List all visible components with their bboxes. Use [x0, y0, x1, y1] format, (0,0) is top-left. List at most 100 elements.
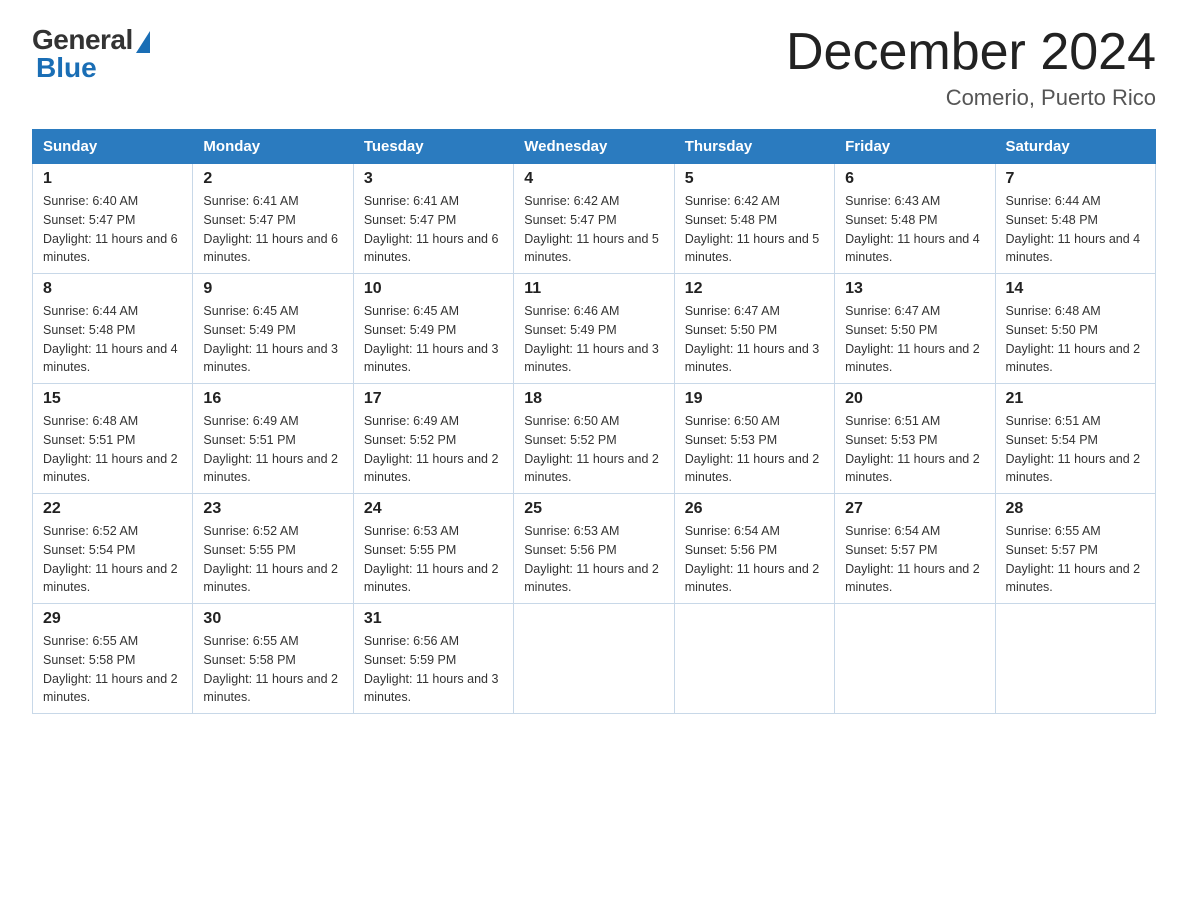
calendar-cell: 26 Sunrise: 6:54 AMSunset: 5:56 PMDayligh…: [674, 494, 834, 604]
day-number: 1: [43, 170, 182, 188]
day-info: Sunrise: 6:40 AMSunset: 5:47 PMDaylight:…: [43, 192, 182, 267]
logo: General Blue: [32, 24, 150, 84]
calendar-week-4: 22 Sunrise: 6:52 AMSunset: 5:54 PMDayligh…: [33, 494, 1156, 604]
day-info: Sunrise: 6:54 AMSunset: 5:56 PMDaylight:…: [685, 522, 824, 597]
calendar-cell: 2 Sunrise: 6:41 AMSunset: 5:47 PMDaylight…: [193, 164, 353, 274]
day-number: 17: [364, 390, 503, 408]
day-number: 9: [203, 280, 342, 298]
col-header-friday: Friday: [835, 130, 995, 164]
day-number: 23: [203, 500, 342, 518]
day-number: 4: [524, 170, 663, 188]
page-header: General Blue December 2024 Comerio, Puer…: [32, 24, 1156, 111]
logo-blue-text: Blue: [36, 52, 97, 84]
day-number: 24: [364, 500, 503, 518]
day-number: 14: [1006, 280, 1145, 298]
day-number: 8: [43, 280, 182, 298]
day-info: Sunrise: 6:55 AMSunset: 5:57 PMDaylight:…: [1006, 522, 1145, 597]
day-info: Sunrise: 6:41 AMSunset: 5:47 PMDaylight:…: [364, 192, 503, 267]
day-number: 22: [43, 500, 182, 518]
day-number: 19: [685, 390, 824, 408]
day-info: Sunrise: 6:49 AMSunset: 5:52 PMDaylight:…: [364, 412, 503, 487]
day-info: Sunrise: 6:42 AMSunset: 5:47 PMDaylight:…: [524, 192, 663, 267]
calendar-cell: 30 Sunrise: 6:55 AMSunset: 5:58 PMDayligh…: [193, 604, 353, 714]
calendar-cell: 25Sunrise: 6:53 AMSunset: 5:56 PMDayligh…: [514, 494, 674, 604]
calendar-cell: [514, 604, 674, 714]
calendar-cell: 20Sunrise: 6:51 AMSunset: 5:53 PMDayligh…: [835, 384, 995, 494]
col-header-saturday: Saturday: [995, 130, 1155, 164]
calendar-body: 1 Sunrise: 6:40 AMSunset: 5:47 PMDaylight…: [33, 164, 1156, 714]
day-info: Sunrise: 6:45 AMSunset: 5:49 PMDaylight:…: [364, 302, 503, 377]
day-number: 15: [43, 390, 182, 408]
calendar-cell: 10 Sunrise: 6:45 AMSunset: 5:49 PMDayligh…: [353, 274, 513, 384]
day-info: Sunrise: 6:41 AMSunset: 5:47 PMDaylight:…: [203, 192, 342, 267]
day-info: Sunrise: 6:47 AMSunset: 5:50 PMDaylight:…: [685, 302, 824, 377]
calendar-cell: 13Sunrise: 6:47 AMSunset: 5:50 PMDayligh…: [835, 274, 995, 384]
calendar-cell: 14 Sunrise: 6:48 AMSunset: 5:50 PMDayligh…: [995, 274, 1155, 384]
calendar-cell: 24Sunrise: 6:53 AMSunset: 5:55 PMDayligh…: [353, 494, 513, 604]
day-number: 16: [203, 390, 342, 408]
day-info: Sunrise: 6:48 AMSunset: 5:50 PMDaylight:…: [1006, 302, 1145, 377]
calendar-cell: [674, 604, 834, 714]
calendar-cell: 11Sunrise: 6:46 AMSunset: 5:49 PMDayligh…: [514, 274, 674, 384]
day-info: Sunrise: 6:50 AMSunset: 5:53 PMDaylight:…: [685, 412, 824, 487]
calendar-cell: 1 Sunrise: 6:40 AMSunset: 5:47 PMDaylight…: [33, 164, 193, 274]
day-info: Sunrise: 6:50 AMSunset: 5:52 PMDaylight:…: [524, 412, 663, 487]
calendar-cell: 15 Sunrise: 6:48 AMSunset: 5:51 PMDayligh…: [33, 384, 193, 494]
col-header-thursday: Thursday: [674, 130, 834, 164]
day-number: 25: [524, 500, 663, 518]
col-header-wednesday: Wednesday: [514, 130, 674, 164]
day-info: Sunrise: 6:44 AMSunset: 5:48 PMDaylight:…: [43, 302, 182, 377]
calendar-cell: 22 Sunrise: 6:52 AMSunset: 5:54 PMDayligh…: [33, 494, 193, 604]
calendar-cell: 3Sunrise: 6:41 AMSunset: 5:47 PMDaylight…: [353, 164, 513, 274]
calendar-cell: 6 Sunrise: 6:43 AMSunset: 5:48 PMDaylight…: [835, 164, 995, 274]
day-number: 11: [524, 280, 663, 298]
day-info: Sunrise: 6:51 AMSunset: 5:54 PMDaylight:…: [1006, 412, 1145, 487]
day-info: Sunrise: 6:44 AMSunset: 5:48 PMDaylight:…: [1006, 192, 1145, 267]
day-info: Sunrise: 6:49 AMSunset: 5:51 PMDaylight:…: [203, 412, 342, 487]
calendar-cell: 18 Sunrise: 6:50 AMSunset: 5:52 PMDayligh…: [514, 384, 674, 494]
day-number: 18: [524, 390, 663, 408]
day-info: Sunrise: 6:56 AMSunset: 5:59 PMDaylight:…: [364, 632, 503, 707]
day-info: Sunrise: 6:51 AMSunset: 5:53 PMDaylight:…: [845, 412, 984, 487]
calendar-cell: 16 Sunrise: 6:49 AMSunset: 5:51 PMDayligh…: [193, 384, 353, 494]
day-info: Sunrise: 6:47 AMSunset: 5:50 PMDaylight:…: [845, 302, 984, 377]
calendar-cell: 19 Sunrise: 6:50 AMSunset: 5:53 PMDayligh…: [674, 384, 834, 494]
calendar-week-3: 15 Sunrise: 6:48 AMSunset: 5:51 PMDayligh…: [33, 384, 1156, 494]
col-header-monday: Monday: [193, 130, 353, 164]
col-header-tuesday: Tuesday: [353, 130, 513, 164]
calendar-cell: 4 Sunrise: 6:42 AMSunset: 5:47 PMDaylight…: [514, 164, 674, 274]
calendar-cell: 12Sunrise: 6:47 AMSunset: 5:50 PMDayligh…: [674, 274, 834, 384]
calendar-cell: 5Sunrise: 6:42 AMSunset: 5:48 PMDaylight…: [674, 164, 834, 274]
day-info: Sunrise: 6:55 AMSunset: 5:58 PMDaylight:…: [43, 632, 182, 707]
calendar-header: SundayMondayTuesdayWednesdayThursdayFrid…: [33, 130, 1156, 164]
page-title: December 2024: [786, 24, 1156, 81]
day-number: 21: [1006, 390, 1145, 408]
day-number: 10: [364, 280, 503, 298]
calendar-cell: 7 Sunrise: 6:44 AMSunset: 5:48 PMDaylight…: [995, 164, 1155, 274]
day-info: Sunrise: 6:52 AMSunset: 5:54 PMDaylight:…: [43, 522, 182, 597]
calendar-cell: 28Sunrise: 6:55 AMSunset: 5:57 PMDayligh…: [995, 494, 1155, 604]
calendar-week-5: 29 Sunrise: 6:55 AMSunset: 5:58 PMDayligh…: [33, 604, 1156, 714]
day-number: 2: [203, 170, 342, 188]
day-info: Sunrise: 6:48 AMSunset: 5:51 PMDaylight:…: [43, 412, 182, 487]
calendar-week-1: 1 Sunrise: 6:40 AMSunset: 5:47 PMDaylight…: [33, 164, 1156, 274]
day-number: 7: [1006, 170, 1145, 188]
day-info: Sunrise: 6:43 AMSunset: 5:48 PMDaylight:…: [845, 192, 984, 267]
day-number: 6: [845, 170, 984, 188]
day-number: 31: [364, 610, 503, 628]
calendar-cell: 8 Sunrise: 6:44 AMSunset: 5:48 PMDaylight…: [33, 274, 193, 384]
calendar-cell: 31 Sunrise: 6:56 AMSunset: 5:59 PMDayligh…: [353, 604, 513, 714]
day-number: 29: [43, 610, 182, 628]
logo-triangle-icon: [136, 31, 150, 53]
day-number: 26: [685, 500, 824, 518]
col-header-sunday: Sunday: [33, 130, 193, 164]
page-subtitle: Comerio, Puerto Rico: [786, 85, 1156, 111]
calendar-cell: [835, 604, 995, 714]
calendar-cell: 21 Sunrise: 6:51 AMSunset: 5:54 PMDayligh…: [995, 384, 1155, 494]
day-number: 30: [203, 610, 342, 628]
day-info: Sunrise: 6:55 AMSunset: 5:58 PMDaylight:…: [203, 632, 342, 707]
calendar-cell: 27Sunrise: 6:54 AMSunset: 5:57 PMDayligh…: [835, 494, 995, 604]
day-info: Sunrise: 6:42 AMSunset: 5:48 PMDaylight:…: [685, 192, 824, 267]
day-number: 27: [845, 500, 984, 518]
calendar-week-2: 8 Sunrise: 6:44 AMSunset: 5:48 PMDaylight…: [33, 274, 1156, 384]
